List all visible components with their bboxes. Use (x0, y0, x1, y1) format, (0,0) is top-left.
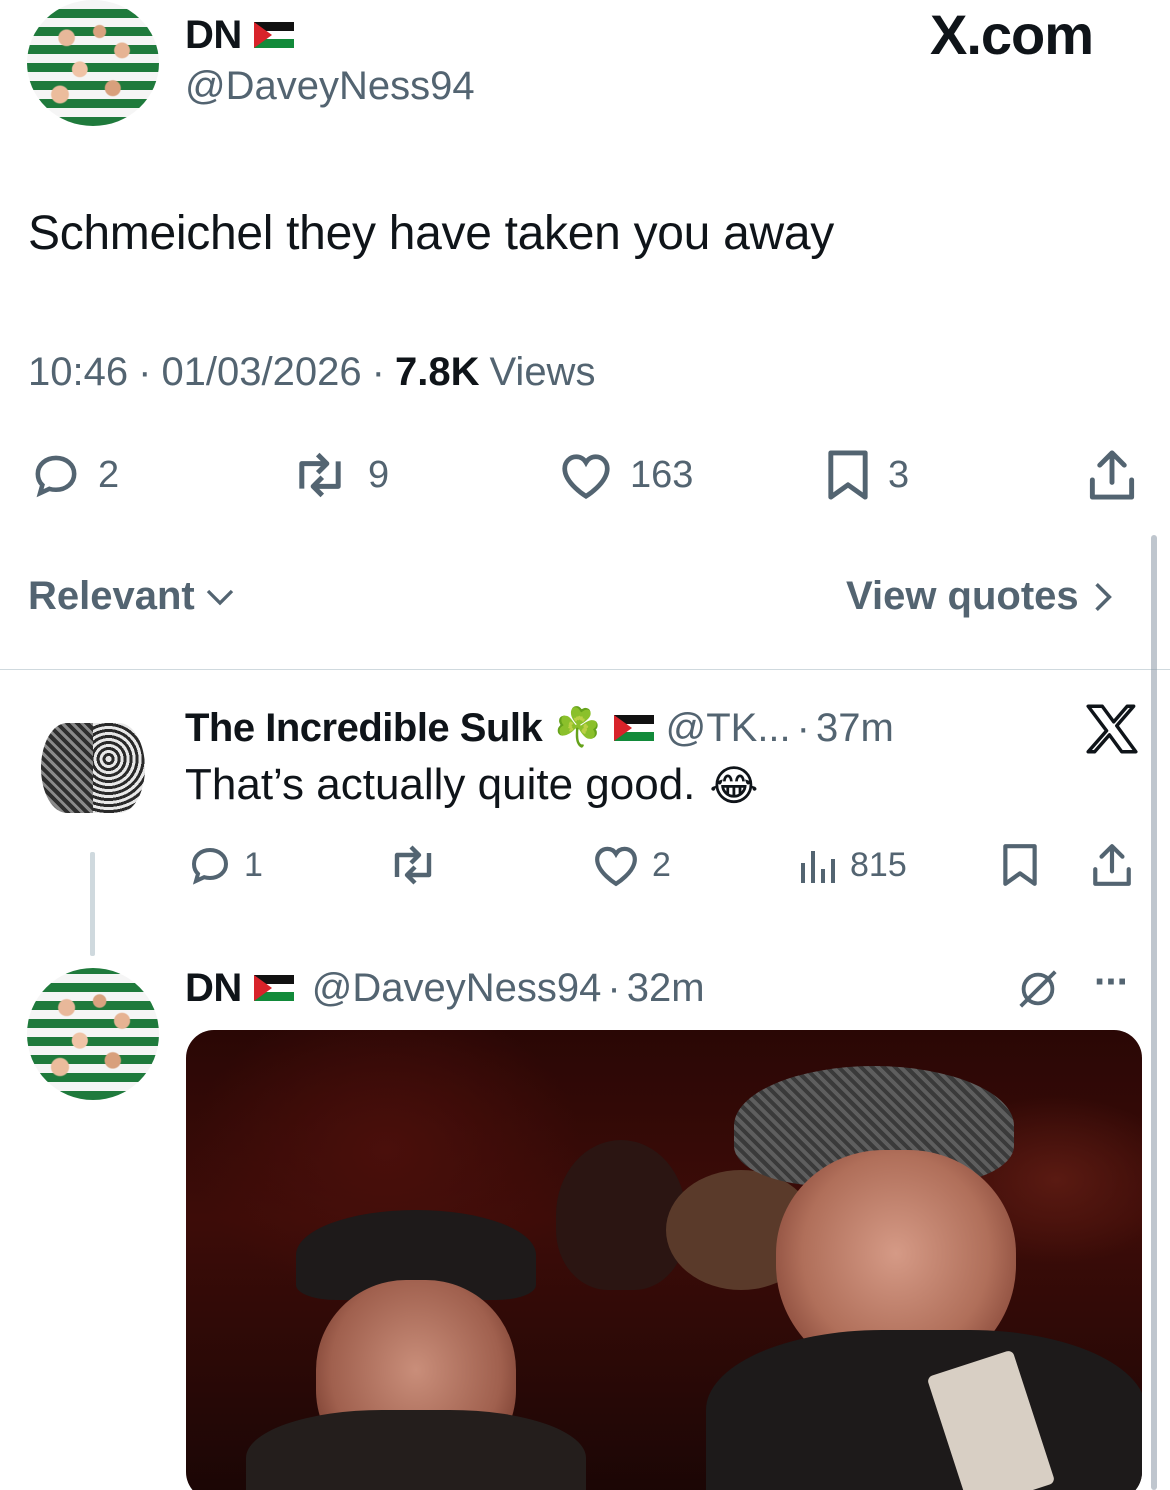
media-figure (706, 1330, 1142, 1490)
share-button[interactable] (1084, 448, 1140, 502)
reply1-handle[interactable]: @TK... (666, 706, 791, 751)
reply1-text: That’s actually quite good. (185, 760, 696, 809)
reply2-avatar[interactable] (27, 968, 159, 1100)
grok-icon[interactable] (1014, 966, 1062, 1017)
repost-button[interactable]: 9 (286, 448, 389, 502)
reply1-reply-count: 1 (244, 845, 263, 884)
meta-separator: · (138, 350, 152, 394)
tweet-meta: 10:46 · 01/03/2026 · 7.8K Views (28, 350, 595, 395)
reply1-header: The Incredible Sulk ☘️ @TK... · 37m (185, 702, 894, 754)
reply1-repost-button[interactable] (384, 842, 442, 888)
bookmark-icon (1003, 844, 1037, 886)
view-quotes-link[interactable]: View quotes (846, 574, 1113, 619)
reply1-name[interactable]: The Incredible Sulk (185, 706, 543, 751)
reply-icon (35, 455, 77, 498)
share-icon (1089, 450, 1135, 500)
like-button[interactable]: 163 (556, 448, 693, 502)
divider (0, 669, 1170, 670)
reply-button[interactable]: 2 (28, 448, 119, 502)
heart-icon (595, 846, 637, 887)
reply2-media-image[interactable] (186, 1030, 1142, 1490)
site-label: X.com (930, 3, 1094, 66)
meta-separator: · (796, 705, 810, 750)
reply2-name[interactable]: DN (185, 966, 242, 1011)
author-handle[interactable]: @DaveyNess94 (185, 64, 475, 109)
author-avatar[interactable] (27, 0, 159, 126)
author-name[interactable]: DN (185, 13, 242, 58)
reply-icon (191, 847, 229, 885)
tweet-text: Schmeichel they have taken you away (28, 207, 834, 260)
palestine-flag-icon (253, 975, 294, 1001)
reply2-handle[interactable]: @DaveyNess94 (312, 966, 602, 1011)
sort-label: Relevant (28, 574, 195, 618)
reply1-text-row: That’s actually quite good. 😂 (185, 760, 758, 810)
reply1-reply-button[interactable]: 1 (186, 842, 263, 888)
reply1-like-button[interactable]: 2 (590, 842, 671, 888)
tweet-time: 10:46 (28, 350, 129, 394)
meta-separator: · (607, 965, 621, 1010)
repost-icon (299, 452, 341, 498)
bookmark-button[interactable]: 3 (822, 448, 909, 502)
media-figure (556, 1140, 686, 1290)
scrollbar[interactable] (1151, 535, 1157, 1490)
reply1-share-button[interactable] (1088, 842, 1136, 888)
reply1-avatar[interactable] (27, 705, 159, 837)
bookmark-icon (828, 450, 868, 500)
reply1-views-button[interactable]: 815 (796, 842, 907, 888)
palestine-flag-icon (613, 715, 654, 741)
brain-right (93, 723, 145, 813)
like-count: 163 (630, 453, 694, 496)
chevron-down-icon (206, 589, 233, 605)
view-quotes-label: View quotes (846, 574, 1079, 618)
media-figure (246, 1410, 586, 1490)
reply-count: 2 (98, 453, 120, 496)
reply1-views-count: 815 (850, 845, 907, 884)
reply2-header: DN @DaveyNess94 · 32m (185, 962, 705, 1014)
tweet-date: 01/03/2026 (161, 350, 362, 394)
reply1-like-count: 2 (652, 845, 671, 884)
shamrock-icon: ☘️ (554, 707, 602, 749)
repost-icon (394, 845, 432, 885)
brain-left (41, 723, 93, 813)
laughing-emoji-icon: 😂 (709, 761, 759, 809)
reply2-time[interactable]: 32m (627, 966, 705, 1011)
heart-icon (562, 454, 610, 500)
author-name-row: DN (185, 10, 294, 60)
repost-count: 9 (368, 453, 390, 496)
meta-separator: · (371, 350, 385, 394)
bookmark-count: 3 (888, 453, 910, 496)
analytics-icon (801, 851, 835, 883)
chevron-right-icon (1095, 582, 1112, 611)
thread-line (90, 852, 95, 956)
views-label[interactable]: Views (489, 350, 595, 395)
sort-dropdown[interactable]: Relevant (28, 574, 235, 619)
x-logo-icon[interactable] (1086, 704, 1138, 759)
views-count: 7.8K (394, 350, 480, 394)
reply1-bookmark-button[interactable] (998, 842, 1042, 888)
reply1-time[interactable]: 37m (816, 706, 894, 751)
share-icon (1093, 844, 1131, 886)
palestine-flag-icon (253, 22, 294, 48)
more-options-button[interactable]: ··· (1094, 960, 1130, 1005)
